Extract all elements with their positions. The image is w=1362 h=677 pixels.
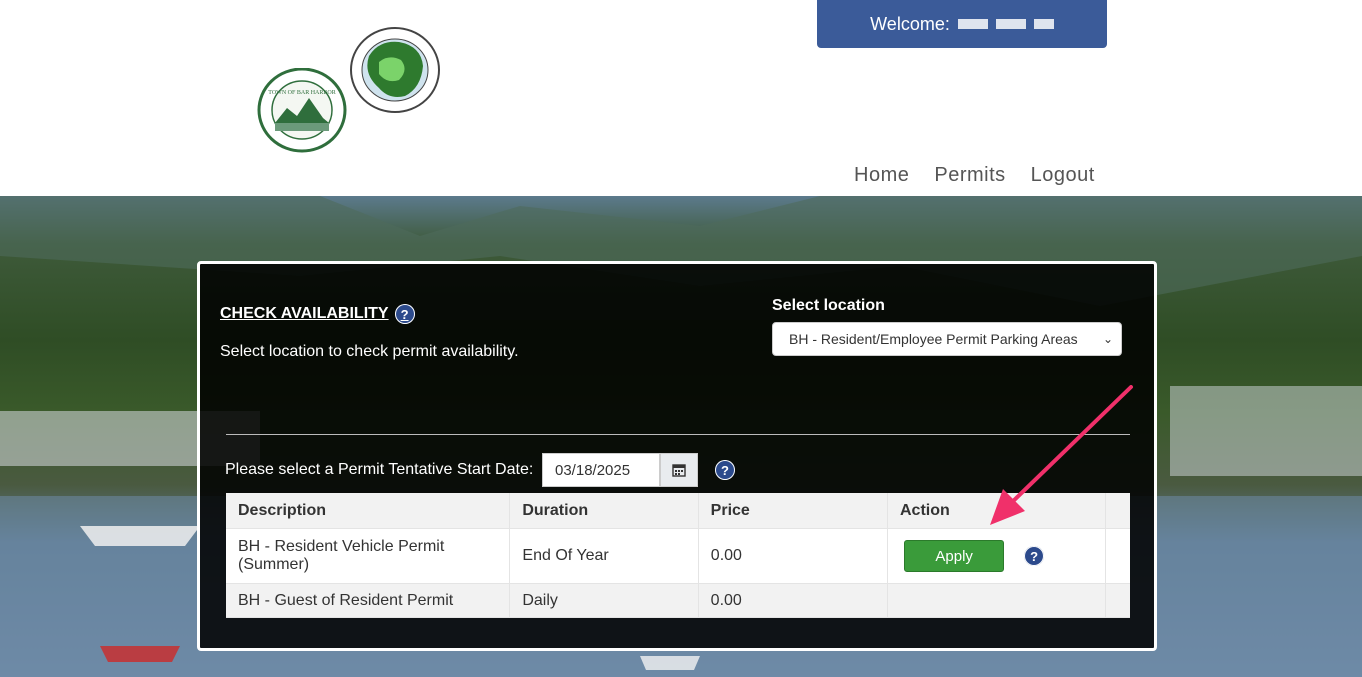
redacted-name <box>1033 19 1054 29</box>
welcome-box: Welcome: <box>817 0 1107 48</box>
svg-text:TOWN OF BAR HARBOR: TOWN OF BAR HARBOR <box>268 90 335 96</box>
permits-table: Description Duration Price Action BH - R… <box>226 493 1130 618</box>
cell-duration: Daily <box>510 584 699 617</box>
question-circle-icon[interactable]: ? <box>394 304 415 324</box>
divider <box>226 434 1130 435</box>
column-header-price: Price <box>699 493 888 528</box>
question-circle-icon[interactable]: ? <box>1024 546 1045 566</box>
column-header-action: Action <box>888 493 1106 528</box>
mount-desert-seal-logo <box>350 27 440 113</box>
cell-duration: End Of Year <box>510 529 699 583</box>
location-select-value: BH - Resident/Employee Permit Parking Ar… <box>789 331 1078 347</box>
cell-spacer <box>1106 529 1130 583</box>
start-date-label: Please select a Permit Tentative Start D… <box>225 461 534 478</box>
check-availability-title: CHECK AVAILABILITY <box>220 305 389 322</box>
cell-action: Apply ? <box>888 529 1106 583</box>
cell-description: BH - Resident Vehicle Permit (Summer) <box>226 529 511 583</box>
table-row: BH - Resident Vehicle Permit (Summer) En… <box>226 529 1130 584</box>
table-header-row: Description Duration Price Action <box>226 493 1130 529</box>
check-availability-subtitle: Select location to check permit availabi… <box>220 343 519 360</box>
site-header: Welcome: TOWN OF BAR HARBOR Home Permits… <box>0 0 1362 196</box>
location-label: Select location <box>772 297 885 314</box>
nav-logout[interactable]: Logout <box>1031 164 1095 187</box>
redacted-name <box>995 19 1026 29</box>
column-header-duration: Duration <box>510 493 699 528</box>
start-date-input[interactable]: 03/18/2025 <box>542 453 660 487</box>
cell-price: 0.00 <box>699 584 888 617</box>
cell-spacer <box>1106 584 1130 617</box>
column-header-spacer <box>1106 493 1130 528</box>
calendar-button[interactable] <box>660 453 698 487</box>
availability-panel: CHECK AVAILABILITY ? Select location to … <box>197 261 1157 651</box>
column-header-description: Description <box>226 493 511 528</box>
apply-button[interactable]: Apply <box>904 540 1005 572</box>
question-circle-icon[interactable]: ? <box>715 460 735 480</box>
welcome-label: Welcome: <box>870 13 950 34</box>
nav-home[interactable]: Home <box>854 164 909 187</box>
cell-action <box>888 584 1106 617</box>
cell-description: BH - Guest of Resident Permit <box>226 584 511 617</box>
table-row: BH - Guest of Resident Permit Daily 0.00 <box>226 584 1130 618</box>
main-nav: Home Permits Logout <box>854 164 1095 187</box>
cell-price: 0.00 <box>699 529 889 583</box>
location-select[interactable]: BH - Resident/Employee Permit Parking Ar… <box>772 322 1122 356</box>
calendar-icon <box>672 464 686 477</box>
nav-permits[interactable]: Permits <box>934 164 1005 187</box>
redacted-name <box>957 19 988 29</box>
chevron-down-icon: ⌄ <box>1102 332 1113 346</box>
bar-harbor-seal-logo: TOWN OF BAR HARBOR <box>257 68 347 153</box>
check-availability-heading: CHECK AVAILABILITY ? <box>220 304 415 324</box>
